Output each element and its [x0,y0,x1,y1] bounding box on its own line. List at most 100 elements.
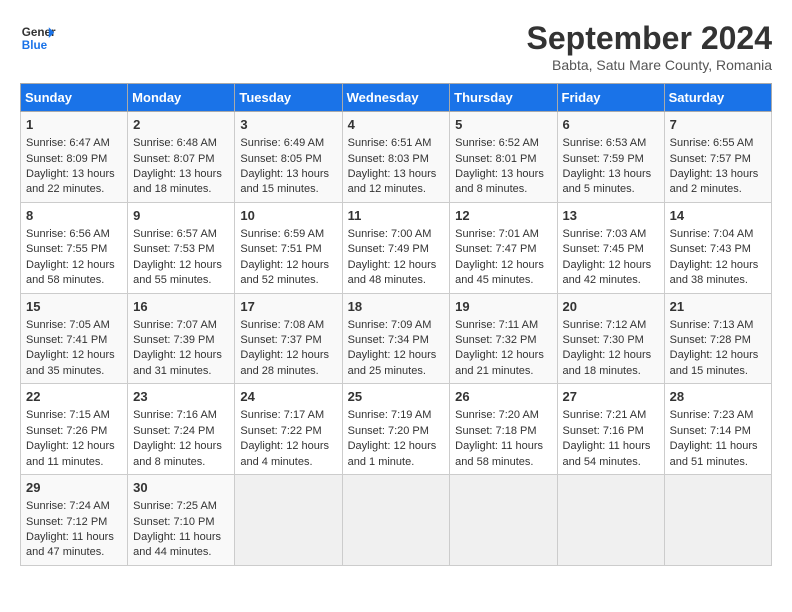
day-info-line: Sunrise: 7:21 AM [563,408,659,423]
day-info-line: Sunset: 8:03 PM [348,152,445,167]
day-info-line: and 55 minutes. [133,273,229,288]
day-info-line: Sunset: 7:41 PM [26,333,122,348]
day-info-line: and 58 minutes. [26,273,122,288]
calendar-day-28: 28Sunrise: 7:23 AMSunset: 7:14 PMDayligh… [664,384,771,475]
calendar-day-24: 24Sunrise: 7:17 AMSunset: 7:22 PMDayligh… [235,384,342,475]
logo: General Blue [20,20,56,56]
calendar-day-16: 16Sunrise: 7:07 AMSunset: 7:39 PMDayligh… [128,293,235,384]
day-info-line: Sunrise: 6:57 AM [133,227,229,242]
day-info-line: and 18 minutes. [563,364,659,379]
day-info-line: and 21 minutes. [455,364,551,379]
day-info-line: Sunset: 7:51 PM [240,242,336,257]
day-info-line: Sunrise: 7:24 AM [26,499,122,514]
day-number: 11 [348,207,445,225]
calendar-day-25: 25Sunrise: 7:19 AMSunset: 7:20 PMDayligh… [342,384,450,475]
logo-icon: General Blue [20,20,56,56]
day-info-line: Sunrise: 7:11 AM [455,318,551,333]
day-number: 5 [455,116,551,134]
day-info-line: Daylight: 12 hours [563,348,659,363]
calendar-week-row: 8Sunrise: 6:56 AMSunset: 7:55 PMDaylight… [21,202,772,293]
day-number: 14 [670,207,766,225]
day-info-line: Daylight: 12 hours [240,348,336,363]
day-info-line: Sunset: 7:16 PM [563,424,659,439]
day-info-line: Sunrise: 6:49 AM [240,136,336,151]
calendar-header-row: SundayMondayTuesdayWednesdayThursdayFrid… [21,84,772,112]
day-info-line: Daylight: 13 hours [240,167,336,182]
day-info-line: and 58 minutes. [455,455,551,470]
day-info-line: Daylight: 13 hours [563,167,659,182]
day-number: 13 [563,207,659,225]
day-info-line: Sunset: 7:45 PM [563,242,659,257]
day-info-line: Sunrise: 7:17 AM [240,408,336,423]
day-info-line: Sunrise: 7:09 AM [348,318,445,333]
day-info-line: Sunrise: 7:08 AM [240,318,336,333]
day-info-line: Sunset: 7:47 PM [455,242,551,257]
day-info-line: Sunrise: 7:16 AM [133,408,229,423]
day-number: 6 [563,116,659,134]
day-info-line: Sunset: 7:26 PM [26,424,122,439]
column-header-friday: Friday [557,84,664,112]
day-info-line: Daylight: 12 hours [133,258,229,273]
day-info-line: Daylight: 12 hours [26,258,122,273]
calendar-day-11: 11Sunrise: 7:00 AMSunset: 7:49 PMDayligh… [342,202,450,293]
day-number: 26 [455,388,551,406]
day-info-line: Sunrise: 6:55 AM [670,136,766,151]
calendar-day-18: 18Sunrise: 7:09 AMSunset: 7:34 PMDayligh… [342,293,450,384]
day-info-line: Daylight: 11 hours [563,439,659,454]
day-info-line: Sunset: 7:39 PM [133,333,229,348]
day-number: 24 [240,388,336,406]
day-number: 22 [26,388,122,406]
day-info-line: and 5 minutes. [563,182,659,197]
calendar-day-5: 5Sunrise: 6:52 AMSunset: 8:01 PMDaylight… [450,112,557,203]
day-number: 10 [240,207,336,225]
empty-day [342,475,450,566]
day-info-line: Sunrise: 6:47 AM [26,136,122,151]
day-info-line: and 18 minutes. [133,182,229,197]
day-number: 18 [348,298,445,316]
day-number: 29 [26,479,122,497]
day-info-line: Daylight: 12 hours [348,439,445,454]
calendar-day-30: 30Sunrise: 7:25 AMSunset: 7:10 PMDayligh… [128,475,235,566]
day-info-line: Sunset: 7:10 PM [133,515,229,530]
day-info-line: Daylight: 12 hours [133,348,229,363]
day-info-line: Sunrise: 6:51 AM [348,136,445,151]
day-info-line: Sunrise: 6:56 AM [26,227,122,242]
day-info-line: Daylight: 12 hours [26,348,122,363]
day-info-line: Sunrise: 7:15 AM [26,408,122,423]
calendar-day-23: 23Sunrise: 7:16 AMSunset: 7:24 PMDayligh… [128,384,235,475]
day-info-line: Daylight: 13 hours [348,167,445,182]
calendar-week-row: 22 Sunrise: 7:15 AMSunset: 7:26 PM Dayligh… [21,384,772,475]
day-number: 15 [26,298,122,316]
day-number: 7 [670,116,766,134]
calendar-day-15: 15 Sunrise: 7:05 AMSunset: 7:41 PMDayligh… [21,293,128,384]
day-info-line: Sunset: 8:07 PM [133,152,229,167]
day-info-line: Sunset: 7:59 PM [563,152,659,167]
day-number: 9 [133,207,229,225]
day-info-line: Daylight: 13 hours [455,167,551,182]
day-number: 4 [348,116,445,134]
day-number: 25 [348,388,445,406]
day-number: 3 [240,116,336,134]
calendar-day-13: 13Sunrise: 7:03 AMSunset: 7:45 PMDayligh… [557,202,664,293]
day-number: 27 [563,388,659,406]
day-info-line: Daylight: 12 hours [455,348,551,363]
calendar-day-3: 3Sunrise: 6:49 AMSunset: 8:05 PMDaylight… [235,112,342,203]
day-info-line: Sunrise: 7:05 AM [26,318,122,333]
day-info-line: and 8 minutes. [455,182,551,197]
day-info-line: Sunrise: 7:23 AM [670,408,766,423]
calendar-day-17: 17Sunrise: 7:08 AMSunset: 7:37 PMDayligh… [235,293,342,384]
day-info-line: Sunrise: 7:20 AM [455,408,551,423]
day-info-line: Daylight: 12 hours [670,258,766,273]
day-info-line: Daylight: 13 hours [670,167,766,182]
day-info-line: and 1 minute. [348,455,445,470]
day-number: 2 [133,116,229,134]
day-info-line: Sunset: 7:55 PM [26,242,122,257]
day-info-line: Sunrise: 6:53 AM [563,136,659,151]
day-info-line: and 15 minutes. [240,182,336,197]
day-info-line: and 47 minutes. [26,545,122,560]
day-number: 20 [563,298,659,316]
calendar-day-14: 14Sunrise: 7:04 AMSunset: 7:43 PMDayligh… [664,202,771,293]
day-info-line: Daylight: 12 hours [455,258,551,273]
calendar-day-1: 1Sunrise: 6:47 AMSunset: 8:09 PMDaylight… [21,112,128,203]
day-info-line: Daylight: 12 hours [670,348,766,363]
